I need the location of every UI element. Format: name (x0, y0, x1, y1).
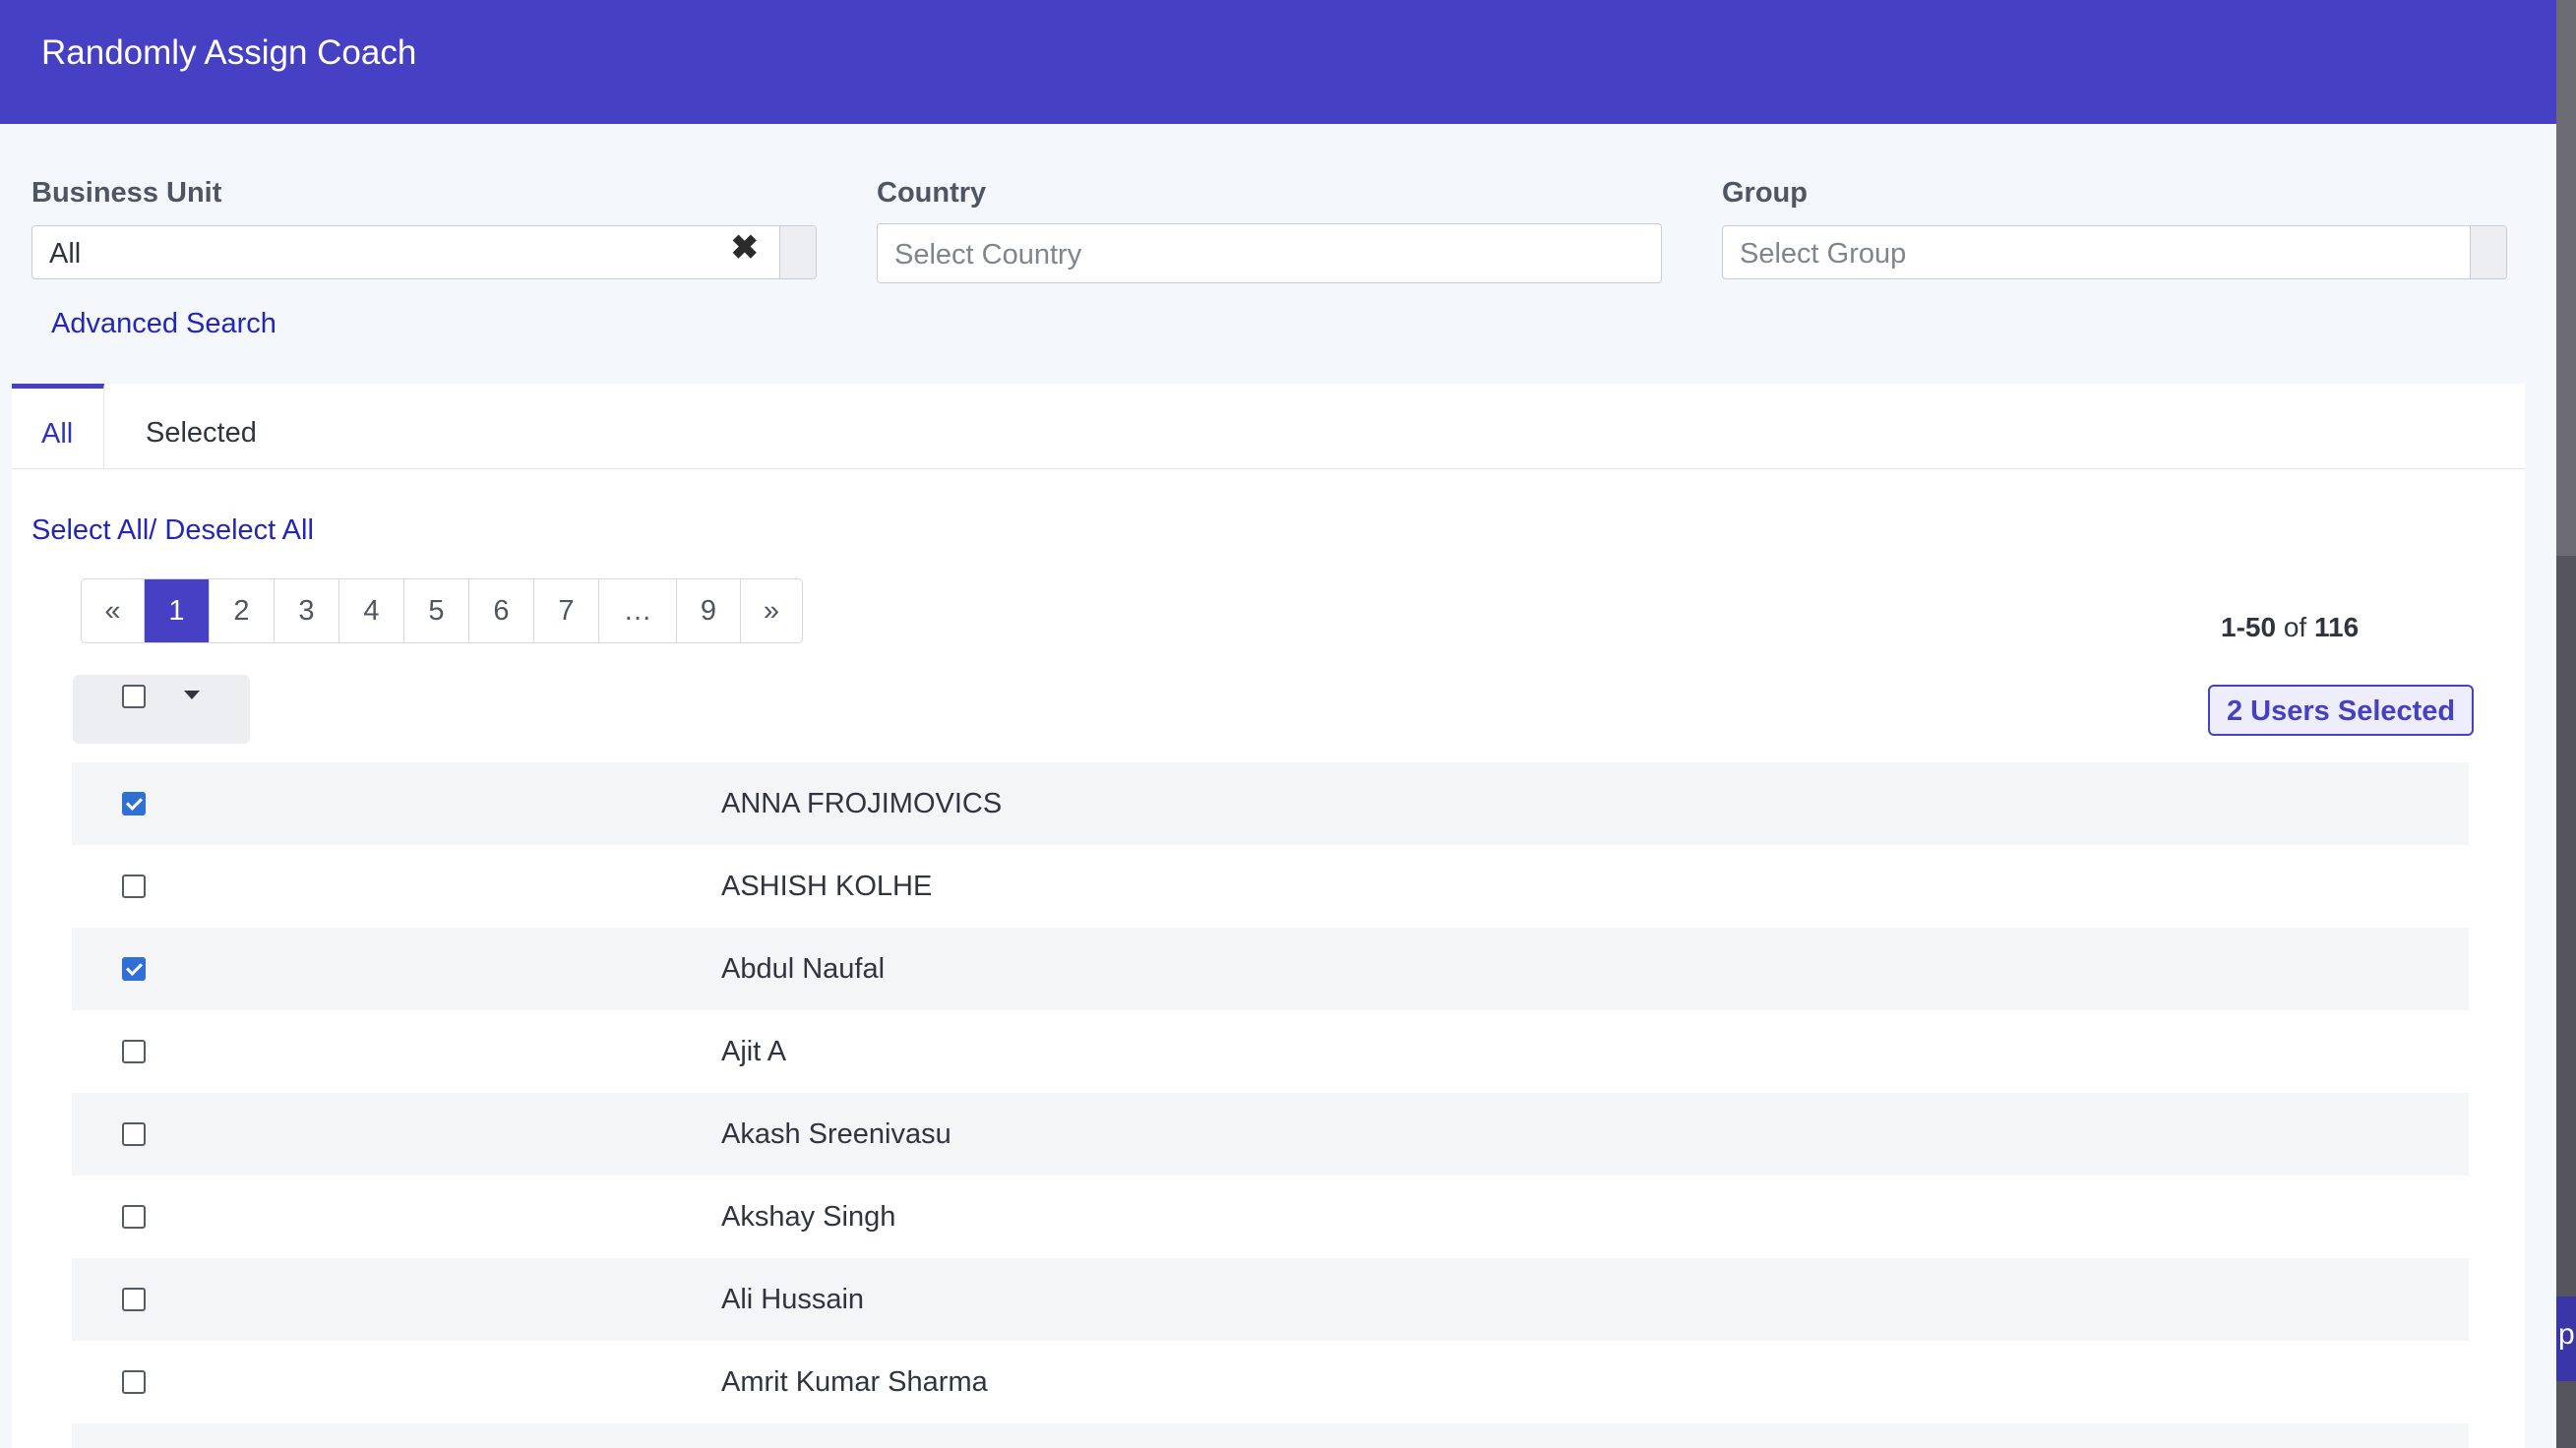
user-name: Akshay Singh (721, 1201, 896, 1233)
table-row[interactable]: ASHISH KOLHE (72, 845, 2469, 928)
table-row[interactable]: Abdul Naufal (72, 928, 2469, 1010)
group-label: Group (1722, 177, 1808, 209)
row-checkbox[interactable] (122, 1370, 146, 1394)
group-select[interactable]: Select Group (1722, 225, 2507, 279)
bulk-select-checkbox[interactable] (122, 685, 146, 708)
table-row[interactable]: Ali Hussain (72, 1258, 2469, 1341)
tab-all[interactable]: All (12, 384, 104, 468)
edge-fragment-text: p (2558, 1318, 2575, 1351)
user-name: Ajit A (721, 1036, 787, 1067)
page-ellipsis: … (598, 579, 676, 642)
user-name: ASHISH KOLHE (721, 871, 933, 902)
range-total: 116 (2313, 612, 2360, 642)
bulk-select-dropdown[interactable] (73, 675, 250, 744)
range-count: 1-50 of 116 (2221, 612, 2359, 643)
business-unit-select[interactable]: All ✖ (31, 225, 817, 279)
row-checkbox[interactable] (122, 875, 146, 898)
user-name: ANNA FROJIMOVICS (721, 788, 1003, 819)
page-4[interactable]: 4 (338, 579, 403, 642)
row-checkbox[interactable] (122, 1122, 146, 1146)
page-1[interactable]: 1 (144, 579, 209, 642)
tab-selected[interactable]: Selected (106, 384, 274, 468)
country-label: Country (877, 177, 987, 209)
caret-down-icon[interactable] (184, 691, 200, 699)
range-start-end: 1-50 (2221, 612, 2277, 642)
country-placeholder: Select Country (894, 239, 1082, 271)
table-row[interactable]: Akshay Singh (72, 1176, 2469, 1258)
table-row[interactable]: ANNA FROJIMOVICS (72, 762, 2469, 845)
page-next[interactable]: » (740, 579, 802, 642)
user-table: ANNA FROJIMOVICS ASHISH KOLHE Abdul Naufal… (72, 762, 2469, 1448)
business-unit-value: All (49, 238, 82, 270)
user-name: Abdul Naufal (721, 953, 886, 985)
page-prev[interactable]: « (82, 579, 144, 642)
business-unit-label: Business Unit (31, 177, 222, 209)
row-checkbox[interactable] (122, 1040, 146, 1063)
tab-selected-label: Selected (146, 417, 257, 449)
table-row[interactable] (72, 1423, 2469, 1448)
user-name: Ali Hussain (721, 1284, 865, 1315)
page-7[interactable]: 7 (533, 579, 598, 642)
table-row[interactable]: Ajit A (72, 1010, 2469, 1093)
modal-header: Randomly Assign Coach (0, 0, 2556, 124)
user-name: Akash Sreenivasu (721, 1118, 951, 1150)
table-row[interactable]: Amrit Kumar Sharma (72, 1341, 2469, 1423)
table-row[interactable]: Akash Sreenivasu (72, 1093, 2469, 1176)
page-5[interactable]: 5 (403, 579, 468, 642)
tab-bar: All Selected (12, 384, 2525, 469)
dropdown-arrow[interactable] (2470, 226, 2506, 278)
country-input[interactable]: Select Country (877, 223, 1662, 283)
pagination: « 1 2 3 4 5 6 7 … 9 » (81, 578, 803, 643)
select-all-link[interactable]: Select All/ Deselect All (31, 514, 314, 547)
tab-all-label: All (41, 418, 74, 450)
randomly-assign-coach-modal: Randomly Assign Coach Business Unit All … (0, 0, 2556, 1448)
dropdown-arrow[interactable] (779, 226, 816, 278)
modal-title: Randomly Assign Coach (41, 33, 417, 72)
group-placeholder: Select Group (1740, 238, 1907, 270)
row-checkbox[interactable] (122, 957, 146, 981)
page-3[interactable]: 3 (274, 579, 338, 642)
page-9[interactable]: 9 (676, 579, 740, 642)
page-2[interactable]: 2 (209, 579, 274, 642)
row-checkbox[interactable] (122, 1205, 146, 1229)
advanced-search-link[interactable]: Advanced Search (51, 308, 276, 340)
users-selected-badge[interactable]: 2 Users Selected (2208, 685, 2475, 736)
range-of: of (2283, 612, 2307, 642)
background-tab-fragment: p (2556, 1297, 2576, 1381)
user-list-panel: All Selected Select All/ Deselect All « … (12, 384, 2525, 1448)
user-name: Amrit Kumar Sharma (721, 1366, 988, 1398)
row-checkbox[interactable] (122, 792, 146, 815)
page-6[interactable]: 6 (468, 579, 533, 642)
clear-icon[interactable]: ✖ (731, 228, 760, 268)
row-checkbox[interactable] (122, 1288, 146, 1311)
